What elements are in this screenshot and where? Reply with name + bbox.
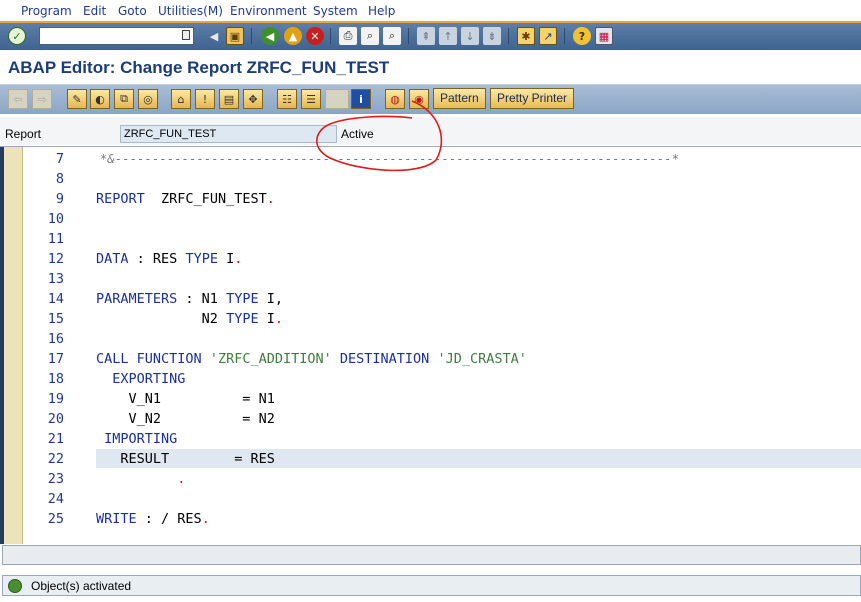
- customize-layout-icon[interactable]: ▦: [595, 27, 613, 45]
- code-line-12[interactable]: DATA : RES TYPE I.: [96, 249, 242, 269]
- first-page-icon[interactable]: ⇞: [417, 27, 435, 45]
- menu-bar: Program Edit Goto Utilities(M) Environme…: [0, 0, 861, 23]
- line-number: 19: [47, 391, 64, 407]
- line-number: 8: [55, 171, 64, 187]
- status-bar: Object(s) activated: [2, 575, 861, 596]
- code-line-9[interactable]: REPORT ZRFC_FUN_TEST.: [96, 189, 275, 209]
- code-line-7[interactable]: *&--------------------------------------…: [100, 149, 679, 169]
- toolbar-separator: [508, 28, 509, 44]
- save-icon[interactable]: ▣: [226, 27, 244, 45]
- next-page-icon[interactable]: ↓: [461, 27, 479, 45]
- active-inactive-icon[interactable]: ◐: [90, 89, 110, 109]
- pattern-button[interactable]: Pattern: [433, 88, 486, 109]
- line-number: 13: [47, 271, 64, 287]
- line-number: 21: [47, 431, 64, 447]
- find-icon[interactable]: ⌕: [361, 27, 379, 45]
- back-icon[interactable]: ◀: [261, 27, 279, 45]
- line-number: 10: [47, 211, 64, 227]
- new-session-icon[interactable]: ✱: [517, 27, 535, 45]
- forward-arrow-icon[interactable]: ⇨: [32, 89, 52, 109]
- title-bar: ABAP Editor: Change Report ZRFC_FUN_TEST: [0, 50, 861, 85]
- code-line-14[interactable]: PARAMETERS : N1 TYPE I,: [96, 289, 283, 309]
- activate-icon[interactable]: ⌂: [171, 89, 191, 109]
- line-number: 14: [47, 291, 64, 307]
- line-number: 7: [55, 151, 64, 167]
- report-label: Report: [5, 127, 42, 141]
- print-icon[interactable]: ⎙: [339, 27, 357, 45]
- back-arrow-icon[interactable]: ⇦: [8, 89, 28, 109]
- line-number: 16: [47, 331, 64, 347]
- navigation-window-icon[interactable]: ☰: [301, 89, 321, 109]
- find-next-icon[interactable]: ⌕: [383, 27, 401, 45]
- toolbar-separator: [330, 28, 331, 44]
- pretty-printer-button[interactable]: Pretty Printer: [490, 88, 575, 109]
- page-title: ABAP Editor: Change Report ZRFC_FUN_TEST: [8, 58, 390, 77]
- breakpoint-icon[interactable]: ◍: [385, 89, 405, 109]
- exit-icon[interactable]: ▲: [284, 27, 302, 45]
- line-number: 20: [47, 411, 64, 427]
- info-icon[interactable]: i: [351, 89, 371, 109]
- editor-gutter: [4, 147, 23, 544]
- line-number: 12: [47, 251, 64, 267]
- navigate-icon[interactable]: ✥: [243, 89, 263, 109]
- display-change-icon[interactable]: ✎: [67, 89, 87, 109]
- menu-goto[interactable]: Goto: [118, 4, 147, 18]
- line-number: 22: [47, 451, 64, 467]
- line-number: 24: [47, 491, 64, 507]
- sap-window: Program Edit Goto Utilities(M) Environme…: [0, 0, 861, 602]
- line-number: 17: [47, 351, 64, 367]
- command-history-icon[interactable]: [182, 30, 190, 40]
- command-field[interactable]: [39, 27, 194, 45]
- code-line-20[interactable]: V_N2 = N2: [96, 409, 275, 429]
- enter-checkmark-icon[interactable]: ✓: [8, 27, 26, 45]
- menu-edit[interactable]: Edit: [83, 4, 106, 18]
- fullscreen-icon[interactable]: [325, 89, 349, 109]
- toolbar-separator: [564, 28, 565, 44]
- toolbar-separator: [408, 28, 409, 44]
- where-used-icon[interactable]: ▤: [219, 89, 239, 109]
- code-line-23[interactable]: .: [96, 469, 185, 489]
- code-line-21[interactable]: IMPORTING: [96, 429, 177, 449]
- status-text: Active: [341, 127, 374, 141]
- code-line-15[interactable]: N2 TYPE I.: [96, 309, 283, 329]
- success-checkmark-icon: [8, 579, 22, 593]
- line-number: 23: [47, 471, 64, 487]
- collapse-arrow-icon[interactable]: ◀: [205, 27, 223, 45]
- menu-help[interactable]: Help: [368, 4, 395, 18]
- cancel-icon[interactable]: ✕: [306, 27, 324, 45]
- menu-system[interactable]: System: [313, 4, 358, 18]
- other-object-icon[interactable]: ⧉: [114, 89, 134, 109]
- horizontal-scrollbar[interactable]: [2, 545, 861, 565]
- last-page-icon[interactable]: ⇟: [483, 27, 501, 45]
- test-icon[interactable]: ǃ: [195, 89, 215, 109]
- code-line-19[interactable]: V_N1 = N1: [96, 389, 275, 409]
- status-message: Object(s) activated: [31, 579, 132, 593]
- menu-program[interactable]: Program: [21, 4, 72, 18]
- code-line-22[interactable]: RESULT = RES: [96, 449, 274, 469]
- toolbar-separator: [251, 28, 252, 44]
- code-line-25[interactable]: WRITE : / RES.: [96, 509, 210, 529]
- check-icon[interactable]: ◎: [138, 89, 158, 109]
- code-line-17[interactable]: CALL FUNCTION 'ZRFC_ADDITION' DESTINATIO…: [96, 349, 527, 369]
- help-icon[interactable]: ?: [573, 27, 591, 45]
- line-number: 15: [47, 311, 64, 327]
- previous-page-icon[interactable]: ↑: [439, 27, 457, 45]
- line-number: 25: [47, 511, 64, 527]
- report-name-field: ZRFC_FUN_TEST: [120, 125, 337, 143]
- line-number: 18: [47, 371, 64, 387]
- shortcut-icon[interactable]: ↗: [539, 27, 557, 45]
- menu-utilities[interactable]: Utilities(M): [158, 4, 223, 18]
- object-list-icon[interactable]: ☷: [277, 89, 297, 109]
- line-number: 9: [55, 191, 64, 207]
- external-breakpoint-icon[interactable]: ◉: [409, 89, 429, 109]
- menu-environment[interactable]: Environment: [230, 4, 307, 18]
- line-number: 11: [47, 231, 64, 247]
- code-line-18[interactable]: EXPORTING: [96, 369, 185, 389]
- code-editor[interactable]: 7 8 9 10 11 12 13 14 15 16 17 18 19 20 2…: [0, 146, 861, 544]
